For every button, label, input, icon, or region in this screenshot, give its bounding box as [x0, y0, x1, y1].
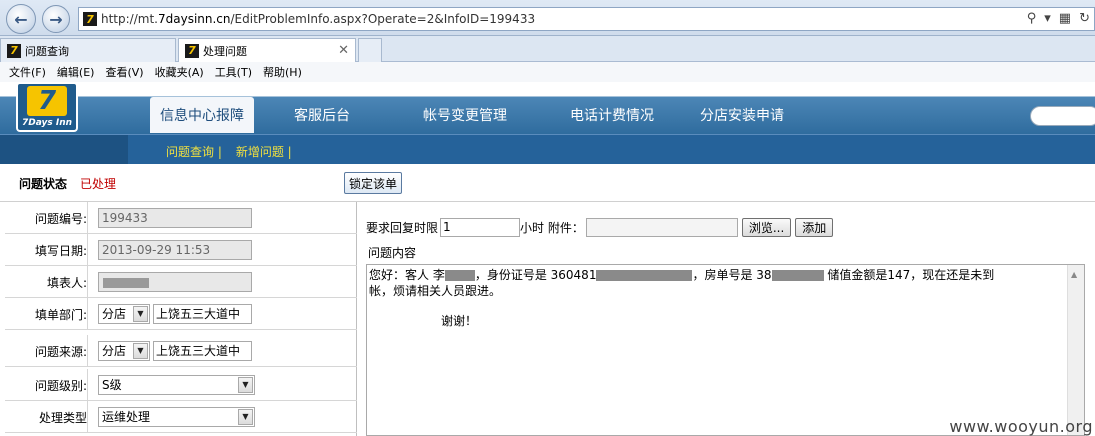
- menu-view[interactable]: 查看(V): [105, 64, 143, 80]
- menu-edit[interactable]: 编辑(E): [57, 64, 95, 80]
- level-select[interactable]: S级 ▼: [98, 375, 255, 395]
- date-field: 2013-09-29 11:53: [98, 240, 252, 260]
- watermark: www.wooyun.org: [949, 417, 1093, 436]
- sub-nav-new-problem[interactable]: 新增问题 |: [236, 143, 292, 160]
- close-icon[interactable]: ✕: [338, 43, 349, 58]
- browser-tab-bar: 7 问题查询 7 处理问题 ✕: [0, 36, 1095, 62]
- status-badge: 已处理: [80, 177, 117, 191]
- main-nav: 信息中心报障 客服后台 帐号变更管理 电话计费情况 分店安装申请: [150, 97, 800, 133]
- source-type-select[interactable]: 分店 ▼: [98, 341, 150, 361]
- dropdown-icon[interactable]: ▾: [1044, 11, 1051, 26]
- compat-view-icon[interactable]: ▦: [1059, 11, 1071, 26]
- filler-label: 填表人:: [5, 266, 88, 298]
- browser-address-bar: ← → 7 http://mt.7daysinn.cn/EditProblemI…: [0, 0, 1095, 36]
- tab-favicon-icon: 7: [7, 43, 21, 58]
- dept-name-input[interactable]: 上饶五三大道中: [153, 304, 252, 324]
- lock-order-button[interactable]: 锁定该单: [344, 172, 403, 194]
- problem-info-form: 问题编号: 199433 填写日期: 2013-09-29 11:53 填表人:…: [0, 202, 357, 436]
- filler-field: [98, 272, 252, 292]
- url-field[interactable]: 7 http://mt.7daysinn.cn/EditProblemInfo.…: [78, 7, 1095, 31]
- form-row-level: 问题级别: S级 ▼: [5, 369, 357, 401]
- form-row-problem-no: 问题编号: 199433: [5, 202, 357, 234]
- chevron-down-icon: ▼: [238, 377, 253, 393]
- level-label: 问题级别:: [5, 369, 88, 401]
- dept-type-select[interactable]: 分店 ▼: [98, 304, 150, 324]
- source-label: 问题来源:: [5, 335, 88, 367]
- add-attachment-button[interactable]: 添加: [795, 218, 834, 237]
- form-row-date: 填写日期: 2013-09-29 11:53: [5, 234, 357, 266]
- form-row-dept: 填单部门: 分店 ▼ 上饶五三大道中: [5, 298, 357, 330]
- nav-phone-billing[interactable]: 电话计费情况: [540, 97, 684, 133]
- redacted-name: [103, 278, 149, 288]
- chevron-down-icon: ▼: [133, 343, 148, 359]
- sub-nav: 问题查询 | 新增问题 |: [0, 134, 1095, 165]
- date-label: 填写日期:: [5, 234, 88, 266]
- redacted-block: [444, 270, 475, 281]
- form-row-handle: 处理类型 运维处理 ▼: [5, 401, 357, 433]
- form-row-filler: 填表人:: [5, 266, 357, 298]
- menu-help[interactable]: 帮助(H): [263, 64, 302, 80]
- problem-content-textarea[interactable]: 您好：客人 李，身份证号是 360481 ，房单号是 38 储值金额是147，现在…: [366, 264, 1085, 436]
- nav-account-change[interactable]: 帐号变更管理: [390, 97, 540, 133]
- search-icon[interactable]: ⚲: [1027, 11, 1037, 26]
- handle-select[interactable]: 运维处理 ▼: [98, 407, 255, 427]
- status-label: 问题状态: [19, 177, 68, 191]
- logo-mark: 7: [27, 86, 67, 116]
- dept-label: 填单部门:: [5, 298, 88, 330]
- reply-time-label: 要求回复时限: [366, 221, 439, 235]
- tab-favicon-icon: 7: [185, 43, 199, 58]
- source-name-input[interactable]: 上饶五三大道中: [153, 341, 252, 361]
- url-text: http://mt.7daysinn.cn/EditProblemInfo.as…: [101, 12, 536, 26]
- attachment-input[interactable]: [585, 218, 738, 237]
- hours-unit-label: 小时 附件：: [520, 221, 584, 235]
- site-favicon-icon: 7: [83, 12, 97, 26]
- handle-label: 处理类型: [5, 401, 88, 433]
- redacted-block: [596, 270, 693, 281]
- tab-handle-problem[interactable]: 7 处理问题 ✕: [178, 38, 356, 62]
- scroll-up-icon[interactable]: ▲: [1071, 267, 1077, 283]
- chevron-down-icon: ▼: [133, 306, 148, 322]
- menu-tools[interactable]: 工具(T): [215, 64, 252, 80]
- chevron-down-icon: ▼: [238, 409, 253, 425]
- tab-problem-query[interactable]: 7 问题查询: [0, 38, 176, 62]
- status-row: 问题状态 已处理 锁定该单: [0, 164, 1095, 202]
- forward-arrow-icon[interactable]: →: [42, 5, 70, 33]
- nav-branch-install[interactable]: 分店安装申请: [684, 97, 800, 133]
- redacted-block: [771, 270, 824, 281]
- problem-no-field: 199433: [98, 208, 252, 228]
- problem-content-panel: 要求回复时限 1 小时 附件： 浏览... 添加 问题内容 您好：客人 李，身份…: [358, 202, 1095, 436]
- content-line-2: 帐，烦请相关人员跟进。: [369, 284, 502, 298]
- nav-customer-service[interactable]: 客服后台: [254, 97, 390, 133]
- browser-menu-bar: 文件(F) 编辑(E) 查看(V) 收藏夹(A) 工具(T) 帮助(H): [0, 62, 1095, 82]
- menu-favorites[interactable]: 收藏夹(A): [155, 64, 204, 80]
- header-search-input[interactable]: [1030, 106, 1095, 126]
- site-logo: 7 7Days Inn: [16, 82, 78, 132]
- logo-text: 7Days Inn: [21, 118, 73, 128]
- back-arrow-icon[interactable]: ←: [6, 4, 36, 34]
- nav-info-center[interactable]: 信息中心报障: [150, 97, 254, 133]
- problem-no-label: 问题编号:: [5, 202, 88, 234]
- browse-button[interactable]: 浏览...: [741, 218, 792, 237]
- content-label: 问题内容: [368, 246, 417, 260]
- content-thanks: 谢谢！: [441, 314, 478, 328]
- menu-file[interactable]: 文件(F): [9, 64, 46, 80]
- refresh-icon[interactable]: ↻: [1079, 11, 1090, 26]
- content-scrollbar[interactable]: ▲: [1067, 265, 1084, 435]
- reply-hours-input[interactable]: 1: [440, 218, 521, 237]
- form-row-source: 问题来源: 分店 ▼ 上饶五三大道中: [5, 335, 357, 367]
- content-line-1: 您好：客人 李，身份证号是 360481 ，房单号是 38 储值金额是147，现在…: [369, 268, 995, 282]
- sub-nav-problem-query[interactable]: 问题查询 |: [166, 143, 222, 160]
- reply-row: 要求回复时限 1 小时 附件： 浏览... 添加: [366, 218, 834, 237]
- new-tab-button[interactable]: [358, 38, 382, 62]
